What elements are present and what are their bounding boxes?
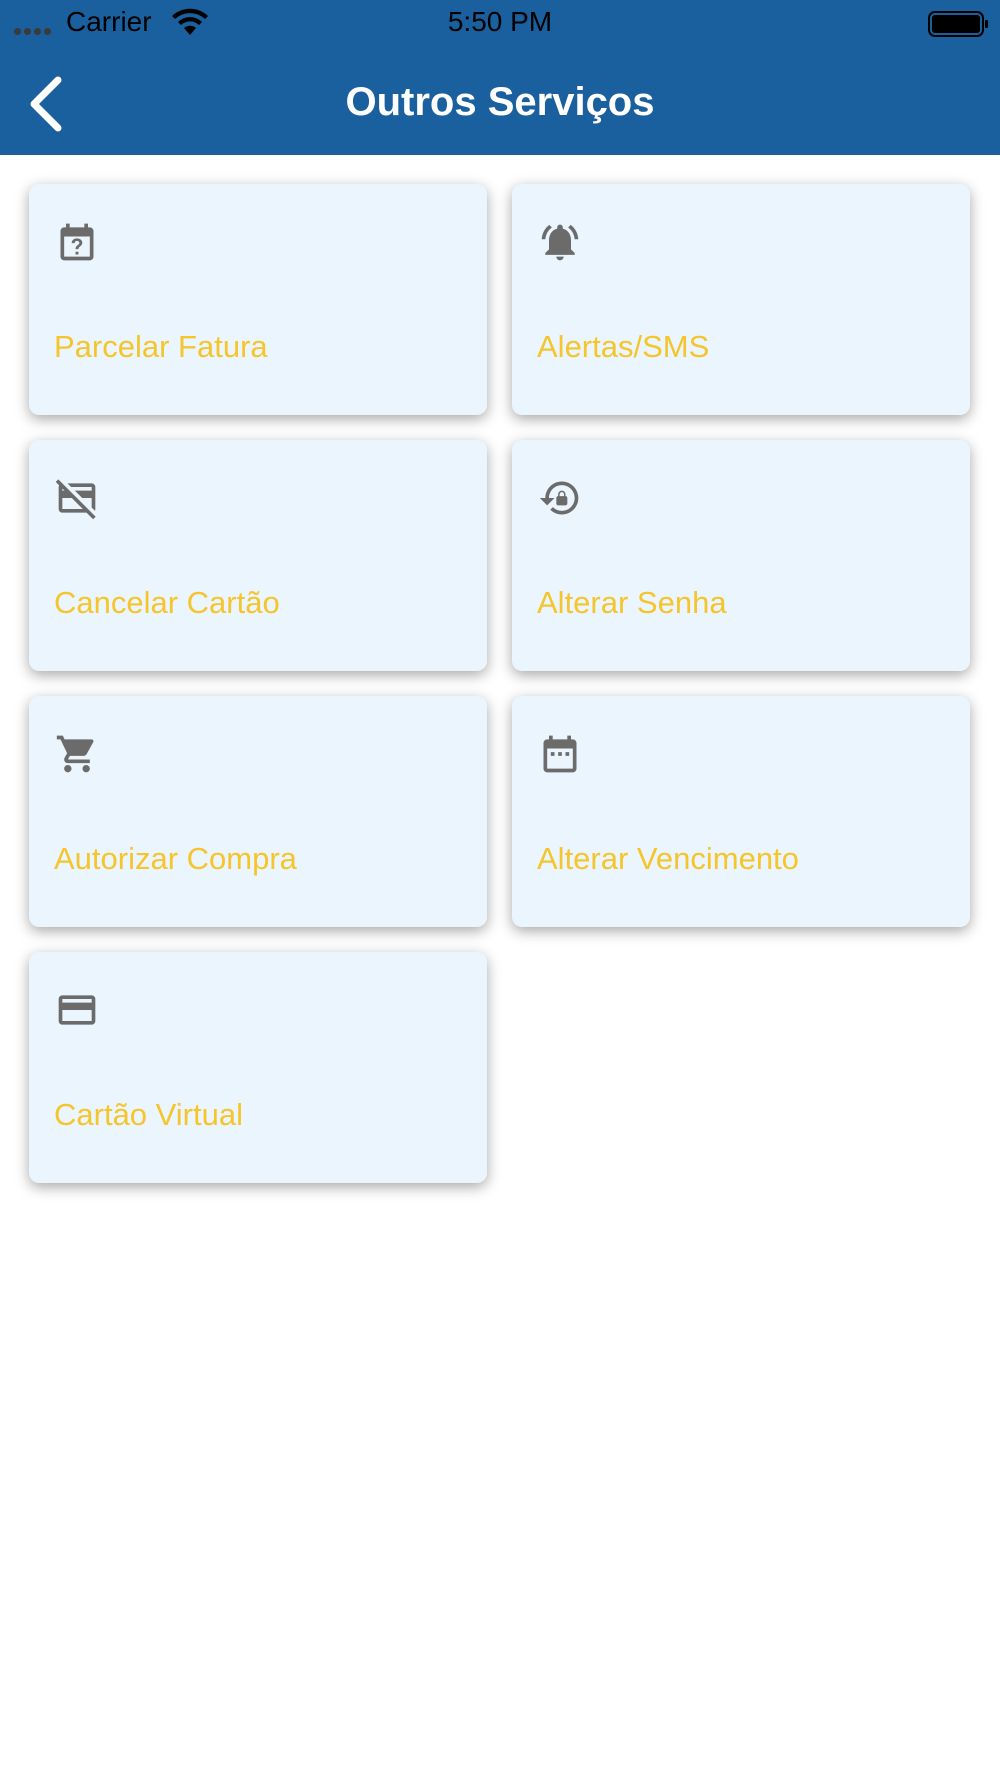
service-tile-alterar-vencimento[interactable]: Alterar Vencimento	[512, 696, 970, 927]
cart-icon	[56, 735, 94, 773]
service-label: Alterar Vencimento	[537, 841, 799, 876]
service-tile-autorizar-compra[interactable]: Autorizar Compra	[29, 696, 487, 927]
service-label: Alterar Senha	[537, 585, 727, 620]
service-label: Cartão Virtual	[54, 1097, 243, 1132]
bell-ringing-icon	[541, 224, 579, 261]
calendar-icon	[543, 735, 577, 773]
status-time: 5:50 PM	[447, 6, 553, 37]
card-off-icon	[55, 479, 96, 520]
battery-icon	[928, 11, 988, 37]
service-tile-parcelar-fatura[interactable]: Parcelar Fatura	[29, 184, 487, 415]
service-tile-cartao-virtual[interactable]: Cartão Virtual	[29, 952, 487, 1183]
lock-reset-icon	[539, 481, 579, 515]
service-label: Alertas/SMS	[537, 329, 710, 364]
calendar-question-icon	[60, 223, 94, 261]
app-header: Carrier 5:50 PM Outros Serviços	[0, 0, 1000, 155]
service-tile-alterar-senha[interactable]: Alterar Senha	[512, 440, 970, 671]
page-title: Outros Serviços	[345, 80, 655, 124]
service-tile-alertas-sms[interactable]: Alertas/SMS	[512, 184, 970, 415]
status-bar: Carrier 5:50 PM	[0, 0, 1000, 48]
service-label: Autorizar Compra	[54, 841, 297, 876]
service-label: Cancelar Cartão	[54, 585, 280, 620]
credit-card-icon	[58, 995, 96, 1025]
service-tile-cancelar-cartao[interactable]: Cancelar Cartão	[29, 440, 487, 671]
service-label: Parcelar Fatura	[54, 329, 268, 364]
